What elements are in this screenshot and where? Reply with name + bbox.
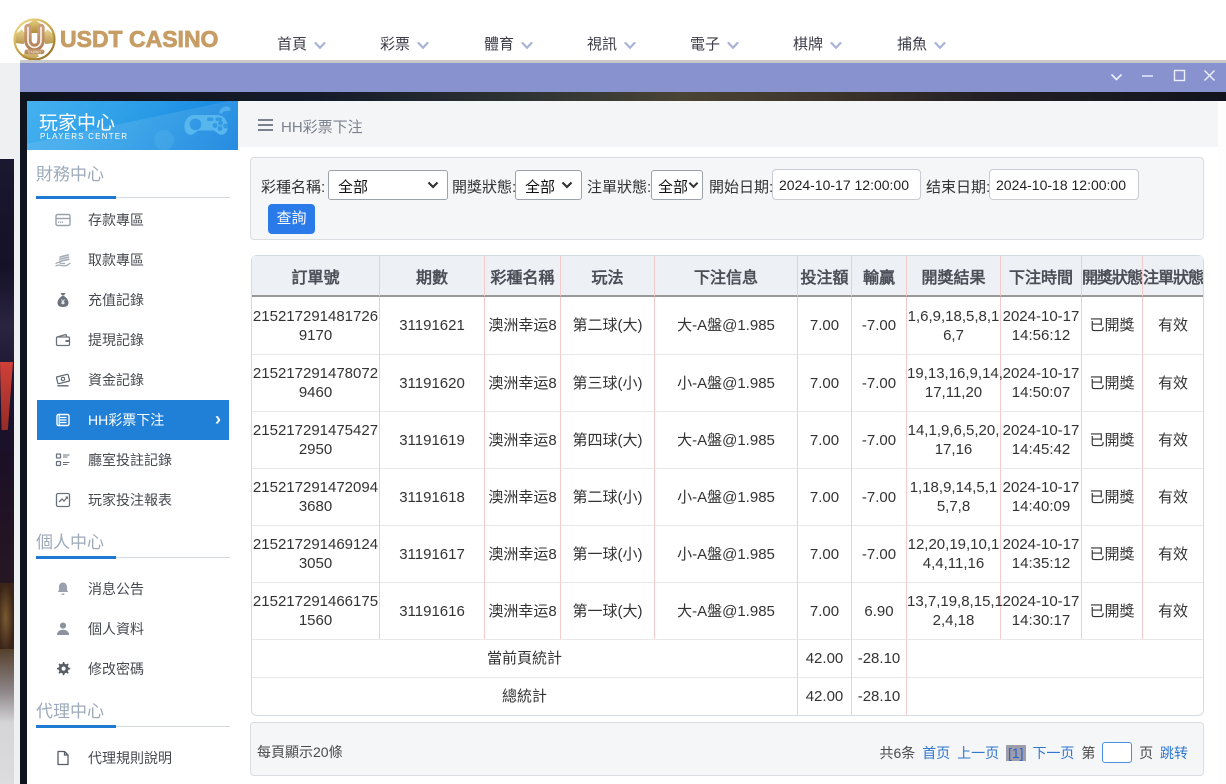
svg-text:CASINO: CASINO [28,50,41,54]
svg-text:¥: ¥ [61,300,65,307]
